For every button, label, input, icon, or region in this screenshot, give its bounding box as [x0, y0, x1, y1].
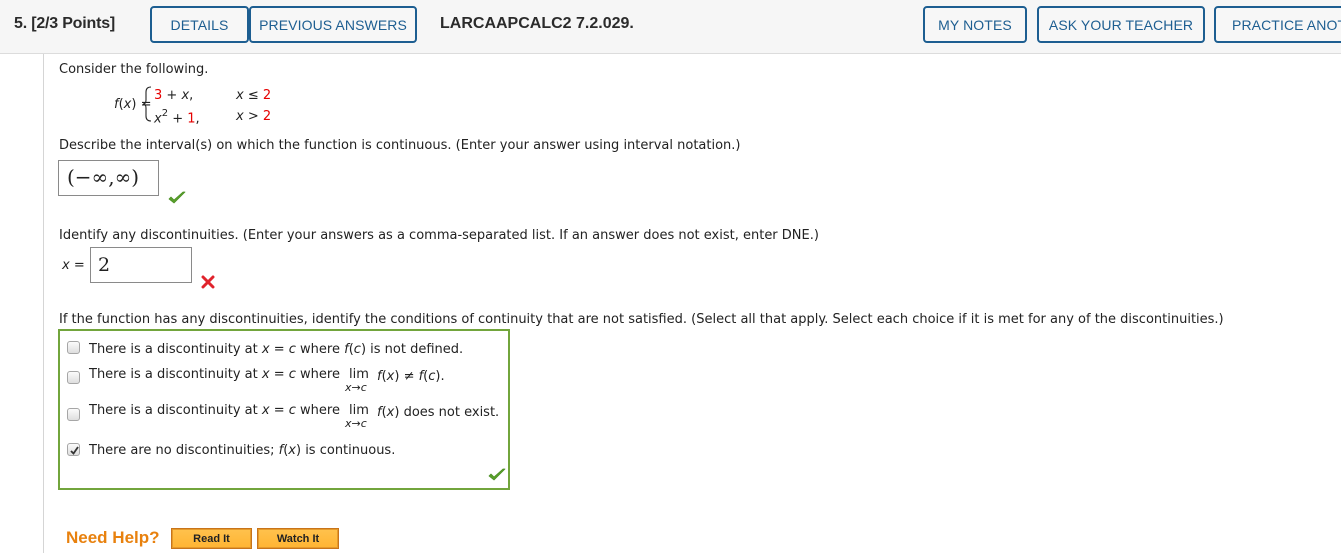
incorrect-x-icon — [201, 275, 215, 289]
checkmark-icon — [70, 446, 79, 455]
choice-3-expression: f(x) does not exist. — [377, 405, 500, 420]
problem-intro: Consider the following. — [59, 62, 209, 77]
piece-2-condition: x > 2 — [236, 109, 272, 124]
discontinuity-answer-input[interactable]: 2 — [90, 247, 192, 283]
previous-answers-button[interactable]: PREVIOUS ANSWERS — [249, 6, 417, 43]
piece-2-expression: x2 + 1, — [154, 108, 200, 127]
piece-1-condition: x ≤ 2 — [236, 88, 272, 103]
part3-prompt: If the function has any discontinuities,… — [59, 312, 1224, 327]
practice-another-button[interactable]: PRACTICE ANOTHER — [1214, 6, 1341, 43]
question-reference: LARCAAPCALC2 7.2.029. — [440, 15, 634, 32]
part2-prompt: Identify any discontinuities. (Enter you… — [59, 228, 819, 243]
need-help-label: Need Help? — [66, 528, 160, 547]
choice-4-checkbox[interactable] — [67, 443, 80, 456]
read-it-button[interactable]: Read It — [171, 528, 252, 549]
interval-answer-input[interactable]: (−∞,∞) — [58, 160, 159, 196]
choice-2-lim-subscript: x→c — [345, 381, 367, 394]
choice-4-label[interactable]: There are no discontinuities; f(x) is co… — [89, 443, 395, 458]
question-points-label: 5. [2/3 Points] — [14, 15, 116, 32]
choice-3-label[interactable]: There is a discontinuity at x = c where — [89, 403, 340, 418]
choice-2-lim: lim — [349, 367, 369, 382]
choice-1-label[interactable]: There is a discontinuity at x = c where … — [89, 342, 463, 357]
my-notes-button[interactable]: MY NOTES — [923, 6, 1027, 43]
choice-2-expression: f(x) ≠ f(c). — [377, 369, 445, 384]
piecewise-brace — [142, 86, 152, 122]
correct-check-icon — [168, 191, 186, 204]
watch-it-button[interactable]: Watch It — [257, 528, 339, 549]
part1-prompt: Describe the interval(s) on which the fu… — [59, 138, 741, 153]
choice-3-lim-subscript: x→c — [345, 417, 367, 430]
choice-3-lim: lim — [349, 403, 369, 418]
details-button[interactable]: DETAILS — [150, 6, 249, 43]
choice-3-checkbox[interactable] — [67, 408, 80, 421]
question-header: 5. [2/3 Points] DETAILS PREVIOUS ANSWERS… — [0, 0, 1341, 54]
correct-check-icon — [488, 468, 506, 481]
ask-your-teacher-button[interactable]: ASK YOUR TEACHER — [1037, 6, 1205, 43]
choice-2-checkbox[interactable] — [67, 371, 80, 384]
piece-1-expression: 3 + x, — [154, 88, 194, 103]
discontinuity-label: x = — [62, 258, 85, 273]
choice-2-label[interactable]: There is a discontinuity at x = c where — [89, 367, 340, 382]
choice-1-checkbox[interactable] — [67, 341, 80, 354]
